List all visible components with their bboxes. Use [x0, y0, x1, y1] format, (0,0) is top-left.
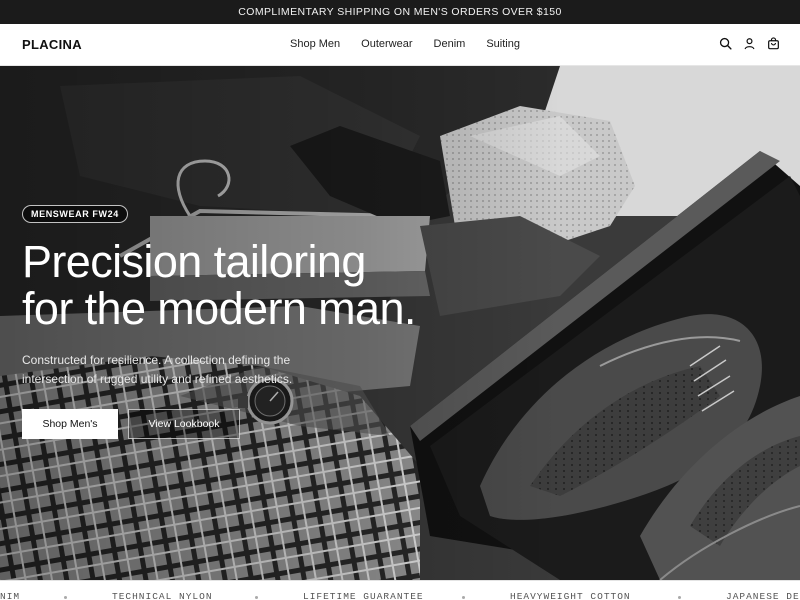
- marquee-separator: [678, 596, 681, 599]
- marquee-item: TECHNICAL NYLON: [112, 591, 213, 600]
- marquee-separator: [255, 596, 258, 599]
- header-icons: [719, 37, 780, 50]
- headline-line-1: Precision tailoring: [22, 236, 366, 287]
- headline-line-2: for the modern man.: [22, 283, 416, 334]
- marquee-item: JAPANESE DE: [726, 591, 800, 600]
- hero-banner: MENSWEAR FW24 Precision tailoring for th…: [0, 66, 800, 580]
- marquee-item: LIFETIME GUARANTEE: [303, 591, 424, 600]
- marquee-item: HEAVYWEIGHT COTTON: [510, 591, 631, 600]
- main-nav: Shop Men Outerwear Denim Suiting: [290, 38, 520, 50]
- marquee-separator: [64, 596, 67, 599]
- feature-marquee: NIM TECHNICAL NYLON LIFETIME GUARANTEE H…: [0, 580, 800, 600]
- nav-denim[interactable]: Denim: [434, 38, 466, 50]
- nav-shop-men[interactable]: Shop Men: [290, 38, 340, 50]
- shop-mens-button[interactable]: Shop Men's: [22, 409, 118, 439]
- cart-icon[interactable]: [767, 37, 780, 50]
- announcement-bar: COMPLIMENTARY SHIPPING ON MEN'S ORDERS O…: [0, 0, 800, 24]
- account-icon[interactable]: [743, 37, 756, 50]
- nav-outerwear[interactable]: Outerwear: [361, 38, 412, 50]
- subtext-line-1: Constructed for resilience. A collection…: [22, 353, 291, 367]
- nav-suiting[interactable]: Suiting: [486, 38, 520, 50]
- announcement-text: COMPLIMENTARY SHIPPING ON MEN'S ORDERS O…: [238, 6, 562, 18]
- hero-subtext: Constructed for resilience. A collection…: [22, 351, 342, 389]
- subtext-line-2: intersection of rugged utility and refin…: [22, 372, 293, 386]
- marquee-separator: [462, 596, 465, 599]
- brand-logo[interactable]: PLACINA: [22, 37, 82, 52]
- site-header: PLACINA Shop Men Outerwear Denim Suiting: [0, 24, 800, 66]
- view-lookbook-button[interactable]: View Lookbook: [128, 409, 240, 439]
- collection-badge: MENSWEAR FW24: [22, 205, 128, 223]
- marquee-item: NIM: [0, 591, 21, 600]
- hero-headline: Precision tailoring for the modern man.: [22, 238, 542, 332]
- search-icon[interactable]: [719, 37, 732, 50]
